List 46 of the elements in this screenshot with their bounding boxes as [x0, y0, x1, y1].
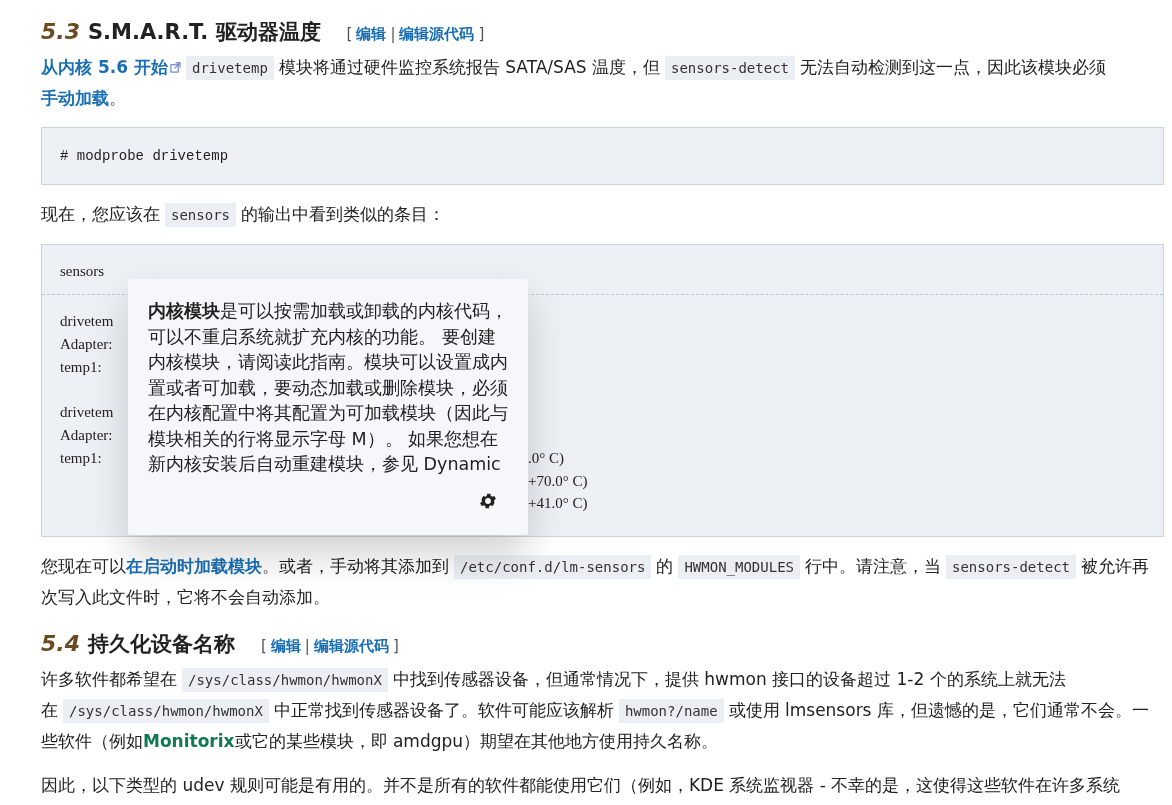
inline-code: /etc/conf.d/lm-sensors: [454, 555, 652, 580]
bracket: ]: [392, 637, 399, 657]
paragraph: 从内核 5.6 开始 drivetemp 模块将通过硬件监控系统报告 SATA/SAS 温度，但 sensors-detect 无法自动检测到这一点，因此该模块必须 手动加载。: [41, 55, 1107, 110]
code-block: # modprobe drivetemp: [41, 127, 1164, 185]
link[interactable]: 在启动时加载模块: [126, 556, 262, 577]
inline-code: HWMON_MODULES: [678, 555, 800, 580]
inline-code: /sys/class/hwmon/hwmonX: [63, 699, 269, 724]
code-line: drivetem: [60, 404, 114, 421]
paragraph: 许多软件都希望在 /sys/class/hwmon/hwmonX 中找到传感器设备，但通常情况下，提供 hwmon 接口的设备超过 1-2 个的系统上就无法在 /sys/class/hwmon/hwmonX 中正常找到传感器设备了。软件可能应该解析 hwmon?/name 或使用 lmsensors 库，但遗憾的是，它们通常不会。一些软件（例如Monitorix或它的某些模块，即 amdgpu）期望在其他地方使用持久名称。: [41, 667, 1150, 754]
section-number: 5.3: [41, 19, 80, 44]
inline-code: hwmon?/name: [618, 699, 724, 724]
external-link-icon: [169, 62, 181, 73]
paragraph: 现在，您应该在 sensors 的输出中看到类似的条目：: [41, 199, 1164, 230]
bracket: ]: [478, 25, 485, 44]
section-title: S.M.A.R.T. 驱动器温度: [88, 19, 321, 46]
bracket: [: [346, 25, 353, 44]
paragraph: 因此，以下类型的 udev 规则可能是有用的。并不是所有的软件都能使用它们（例如，KDE 系统监视器 - 不幸的是，这使得这些软件在许多系统: [41, 774, 1122, 798]
code-line: +70.0° C): [528, 472, 588, 489]
paragraph: 您现在可以在启动时加载模块。或者，手动将其添加到 /etc/conf.d/lm-sensors 的 HWMON_MODULES 行中。请注意，当 sensors-detect 被允许再次写入此文件时，它将不会自动添加。: [41, 554, 1151, 610]
code-line: +41.0° C): [528, 495, 588, 512]
code-line: temp1:: [60, 449, 102, 466]
inline-code: drivetemp: [185, 56, 274, 80]
settings-icon[interactable]: [478, 491, 498, 511]
edit-link[interactable]: 编辑源代码: [313, 637, 389, 657]
section-number: 5.4: [41, 631, 80, 657]
tooltip-text: 内核模块是可以按需加载或卸载的内核代码，可以不重启系统就扩充内核的功能。 要创建内核模块，请阅读此指南。模块可以设置成内置或者可加载，要动态加载或删除模块，必须在内核配置中将其配置为可加载模块（因此与模块相关的行将显示字母 M）。 如果您想在新内核安装后自动重建模块，参见 Dynamic: [148, 300, 508, 476]
bracket: [: [261, 637, 267, 657]
code-line: temp1:: [60, 358, 102, 375]
command-text: sensors: [60, 263, 105, 279]
code-line: Adapter:: [60, 427, 113, 443]
separator: |: [304, 637, 310, 657]
inline-code: sensors-detect: [946, 555, 1077, 580]
link[interactable]: 手动加载: [41, 88, 109, 108]
inline-code: /sys/class/hwmon/hwmonX: [182, 668, 388, 693]
separator: |: [390, 25, 396, 44]
edit-link[interactable]: 编辑源代码: [399, 25, 475, 44]
inline-code: sensors-detect: [665, 56, 795, 80]
edit-link[interactable]: 编辑: [270, 637, 301, 657]
inline-code: sensors: [165, 203, 236, 227]
code-line: .0° C): [528, 449, 564, 466]
code-line: drivetem: [60, 313, 114, 329]
section-title: 持久化设备名称: [88, 631, 235, 659]
edit-link[interactable]: 编辑: [356, 25, 387, 44]
external-link[interactable]: 从内核 5.6 开始: [41, 57, 181, 77]
link[interactable]: Monitorix: [143, 731, 235, 752]
code-line: Adapter:: [60, 335, 113, 352]
